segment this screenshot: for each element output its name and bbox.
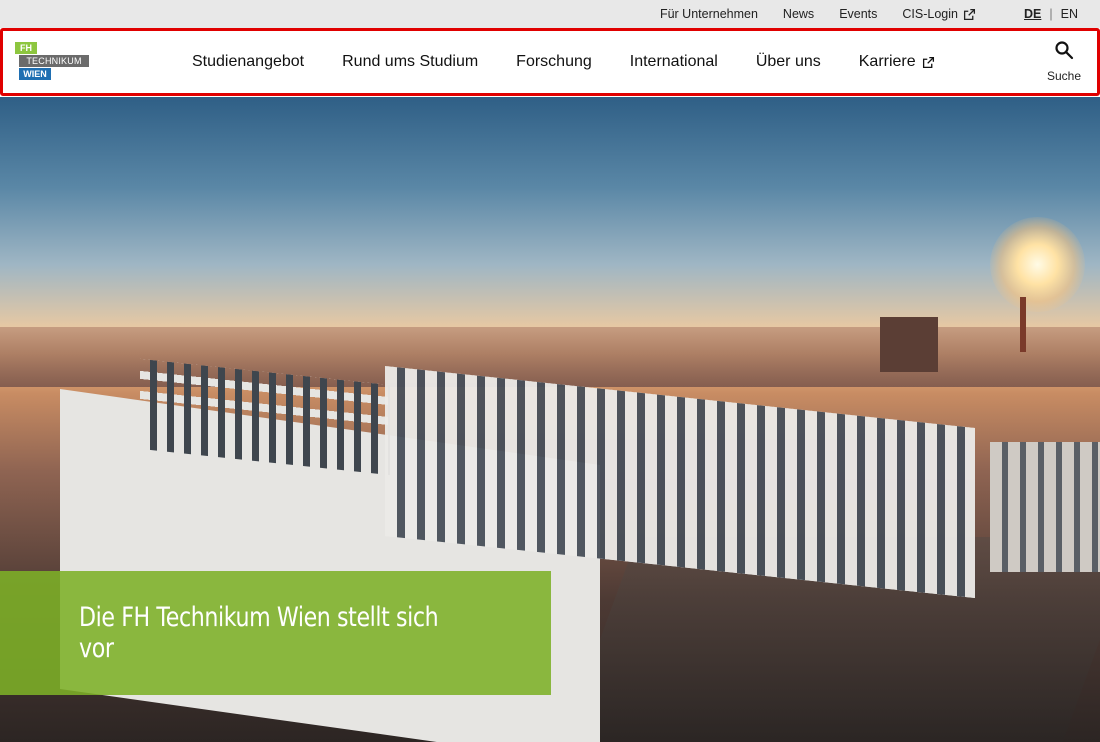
- nav-item-forschung[interactable]: Forschung: [516, 53, 592, 71]
- link-events[interactable]: Events: [839, 7, 877, 21]
- utility-links: Für Unternehmen News Events CIS-Login: [660, 7, 976, 21]
- external-link-icon: [922, 56, 935, 69]
- logo-technikum: TECHNIKUM: [19, 55, 89, 67]
- main-header: FH TECHNIKUM WIEN Studienangebot Rund um…: [0, 28, 1100, 96]
- link-news[interactable]: News: [783, 7, 814, 21]
- language-de[interactable]: DE: [1024, 7, 1041, 21]
- language-separator: |: [1049, 7, 1053, 21]
- hero-teaser-title: Die FH Technikum Wien stellt sich vor: [79, 602, 439, 664]
- site-logo[interactable]: FH TECHNIKUM WIEN: [15, 42, 91, 82]
- link-label: Für Unternehmen: [659, 7, 758, 21]
- hero-teaser[interactable]: Die FH Technikum Wien stellt sich vor: [0, 571, 551, 695]
- external-link-icon: [963, 8, 976, 21]
- main-navigation: Studienangebot Rund ums Studium Forschun…: [192, 31, 935, 93]
- nav-item-label: Karriere: [858, 53, 916, 70]
- search-button[interactable]: Suche: [1044, 40, 1084, 84]
- link-cis-login[interactable]: CIS-Login: [902, 7, 976, 21]
- language-en[interactable]: EN: [1061, 7, 1078, 21]
- logo-wien: WIEN: [19, 68, 51, 80]
- link-label: News: [782, 7, 815, 21]
- nav-item-karriere[interactable]: Karriere: [859, 53, 935, 71]
- language-switcher: DE | EN: [1024, 7, 1078, 21]
- nav-item-studienangebot[interactable]: Studienangebot: [192, 53, 304, 71]
- link-label: Events: [839, 7, 878, 21]
- link-label: CIS-Login: [902, 7, 958, 21]
- hero-tower: [880, 317, 938, 372]
- utility-bar: Für Unternehmen News Events CIS-Login DE…: [0, 0, 1100, 28]
- nav-item-rund-ums-studium[interactable]: Rund ums Studium: [342, 53, 478, 71]
- nav-item-ueber-uns[interactable]: Über uns: [756, 53, 821, 71]
- search-icon: [1054, 40, 1074, 65]
- search-label: Suche: [1046, 69, 1082, 83]
- logo-fh: FH: [15, 42, 37, 54]
- hero-building-right: [990, 442, 1100, 572]
- link-fuer-unternehmen[interactable]: Für Unternehmen: [660, 7, 758, 21]
- nav-item-international[interactable]: International: [630, 53, 718, 71]
- hero-chimney: [1020, 297, 1026, 352]
- hero-image: Die FH Technikum Wien stellt sich vor: [0, 97, 1100, 742]
- hero-sun: [990, 217, 1085, 312]
